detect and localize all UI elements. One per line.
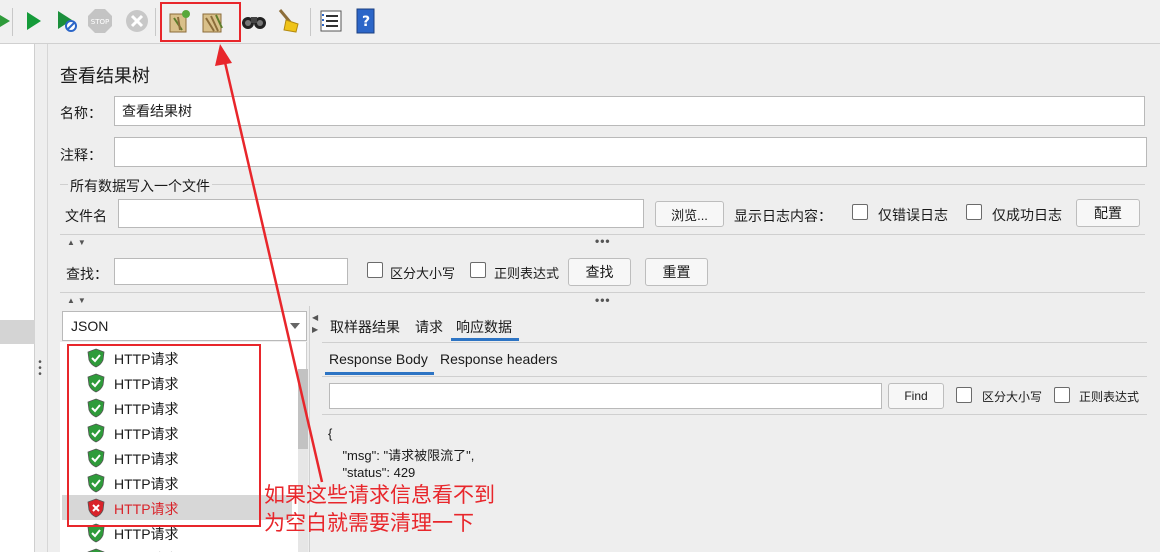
chevron-down-icon <box>290 323 300 329</box>
log-content-label: 显示日志内容： <box>734 208 832 224</box>
filename-label: 文件名 <box>65 208 107 224</box>
response-case-checkbox[interactable] <box>956 387 972 403</box>
play-arrow-partial-icon[interactable] <box>0 8 20 34</box>
comment-label: 注释： <box>60 147 102 163</box>
collapse-arrows[interactable]: ▲▼ <box>67 238 89 247</box>
toolbar-separator <box>310 8 311 36</box>
response-find-button[interactable]: Find <box>888 383 944 409</box>
result-item-label: HTTP请求 <box>114 526 179 542</box>
stop-button[interactable]: STOP <box>87 8 113 34</box>
divider <box>60 184 1145 185</box>
help-book-icon[interactable]: ? <box>352 8 378 34</box>
start-button[interactable] <box>20 8 46 34</box>
broom-reset-icon[interactable] <box>276 8 302 34</box>
configure-button[interactable]: 配置 <box>1076 199 1140 227</box>
search-label: 查找： <box>66 266 108 282</box>
start-no-pauses-button[interactable] <box>53 8 79 34</box>
regex-checkbox[interactable] <box>470 262 486 278</box>
response-case-label: 区分大小写 <box>982 390 1043 404</box>
annotation-line: 如果这些请求信息看不到 <box>264 484 495 507</box>
response-body-line: "msg": "请求被限流了", <box>328 448 475 463</box>
svg-text:STOP: STOP <box>91 18 109 26</box>
renderer-select[interactable]: JSON <box>62 311 307 341</box>
subtab-response-headers[interactable]: Response headers <box>440 351 558 367</box>
tab-request[interactable]: 请求 <box>415 317 443 337</box>
search-binoculars-icon[interactable] <box>241 8 267 34</box>
clear-buttons-highlight-box <box>160 2 241 42</box>
toolbar-separator <box>155 8 156 36</box>
subtab-response-body[interactable]: Response Body <box>329 351 428 367</box>
success-shield-icon <box>86 548 106 552</box>
scrollbar-thumb[interactable] <box>298 369 308 449</box>
response-search-field[interactable] <box>329 383 882 409</box>
collapse-arrows-vertical[interactable]: ◀ ▶ <box>312 312 318 336</box>
response-body-line: { <box>328 426 333 441</box>
success-only-checkbox[interactable] <box>966 204 982 220</box>
browse-button[interactable]: 浏览... <box>655 201 724 227</box>
panel-title: 查看结果树 <box>60 66 150 86</box>
annotation-text: 如果这些请求信息看不到 为空白就需要清理一下 <box>264 482 495 538</box>
toolbar: STOP ? <box>0 0 1160 44</box>
annotation-line: 为空白就需要清理一下 <box>264 512 474 535</box>
response-regex-label: 正则表达式 <box>1079 390 1140 404</box>
collapse-arrows[interactable]: ▲▼ <box>67 296 89 305</box>
shutdown-button[interactable] <box>124 8 150 34</box>
results-highlight-box <box>67 344 261 527</box>
renderer-select-value: JSON <box>71 318 109 334</box>
success-only-label: 仅成功日志 <box>992 207 1062 223</box>
function-helper-list-icon[interactable] <box>318 8 344 34</box>
toolbar-separator <box>12 8 13 36</box>
result-list-item[interactable]: HTTP请求 <box>62 545 292 552</box>
search-field[interactable] <box>114 258 348 285</box>
response-body-line: "status": 429 <box>328 465 416 480</box>
svg-text:?: ? <box>362 14 370 30</box>
active-tab-indicator <box>451 338 519 341</box>
tab-sampler-result[interactable]: 取样器结果 <box>330 317 400 337</box>
name-label: 名称： <box>60 105 102 121</box>
selected-tree-node[interactable] <box>0 320 35 344</box>
case-sensitive-label: 区分大小写 <box>390 266 456 281</box>
write-file-heading: 所有数据写入一个文件 <box>68 176 212 196</box>
errors-only-label: 仅错误日志 <box>878 207 948 223</box>
test-plan-tree-pane[interactable] <box>0 44 35 552</box>
tab-response-data[interactable]: 响应数据 <box>456 317 512 337</box>
reset-button[interactable]: 重置 <box>645 258 708 286</box>
find-button[interactable]: 查找 <box>568 258 631 286</box>
divider <box>322 376 1147 377</box>
response-regex-checkbox[interactable] <box>1054 387 1070 403</box>
splitter-handle[interactable]: ••• <box>595 293 611 307</box>
divider <box>322 342 1147 343</box>
splitter-handle[interactable]: ••• <box>37 358 43 380</box>
filename-field[interactable] <box>118 199 644 228</box>
name-field[interactable]: 查看结果树 <box>114 96 1145 126</box>
splitter-handle[interactable]: ••• <box>595 234 611 248</box>
divider <box>322 414 1147 415</box>
active-subtab-indicator <box>325 372 434 375</box>
errors-only-checkbox[interactable] <box>852 204 868 220</box>
case-sensitive-checkbox[interactable] <box>367 262 383 278</box>
regex-label: 正则表达式 <box>494 266 560 281</box>
comment-field[interactable] <box>114 137 1147 167</box>
